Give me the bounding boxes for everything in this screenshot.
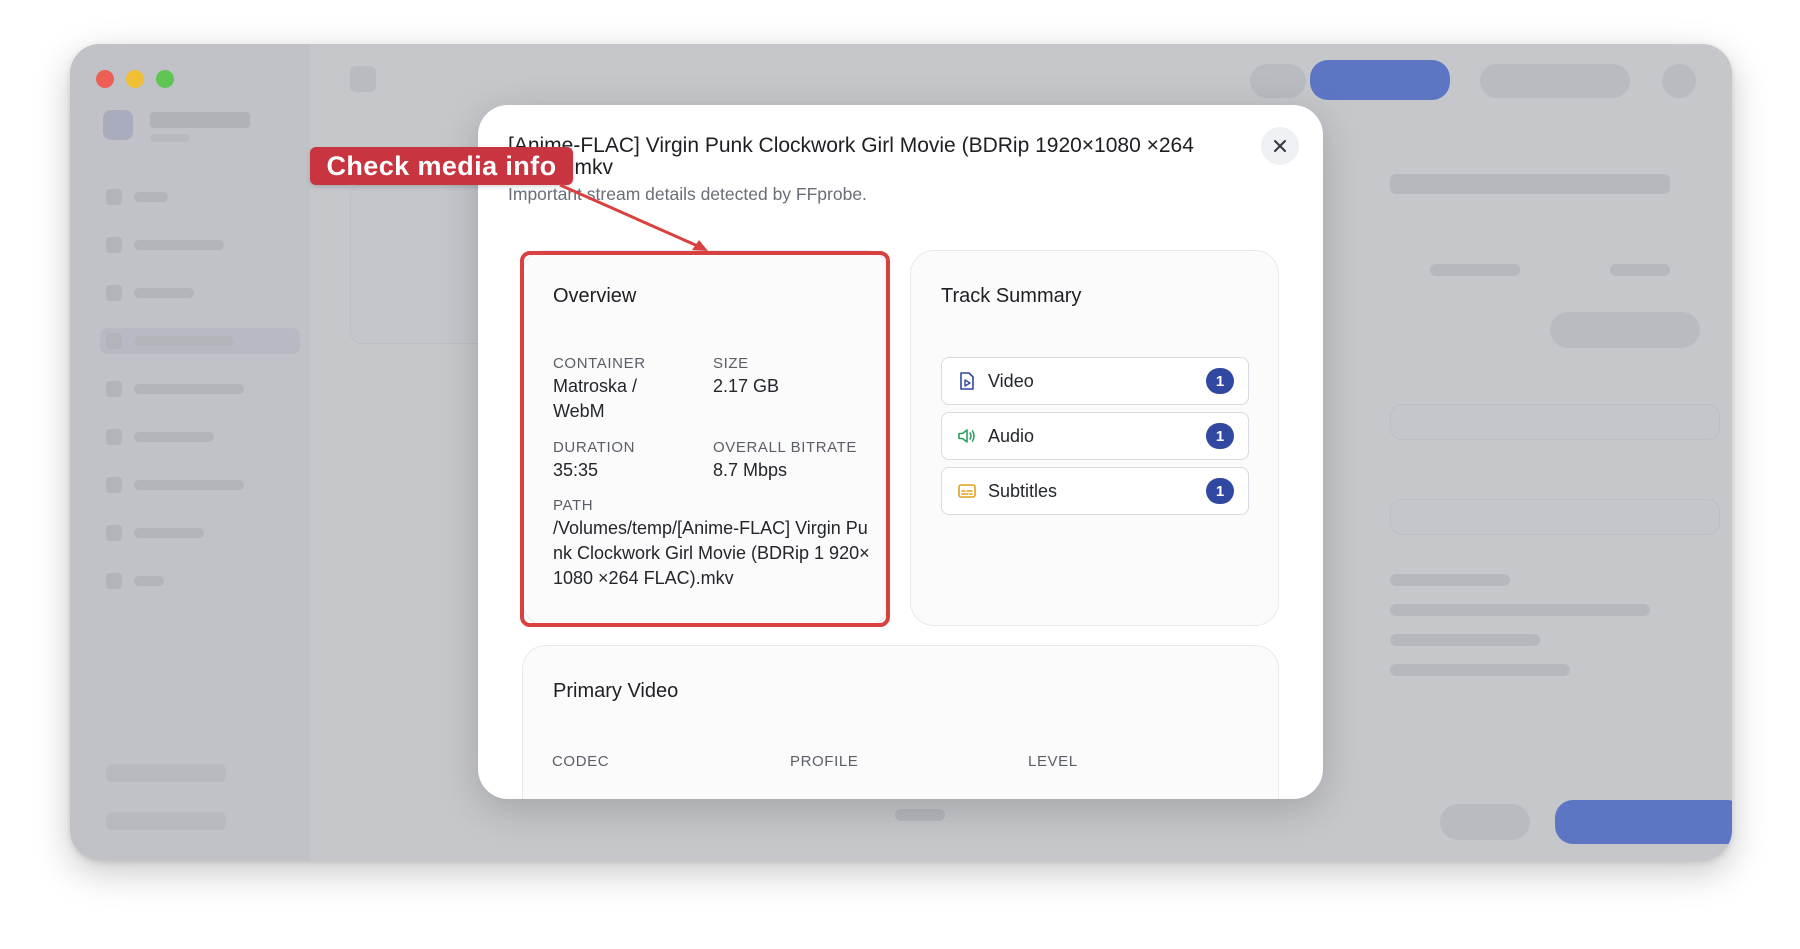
path-label: PATH bbox=[553, 497, 594, 514]
info-line bbox=[1390, 604, 1650, 616]
sidebar-item[interactable] bbox=[100, 376, 300, 402]
detail-title-placeholder bbox=[1390, 174, 1670, 194]
sidebar-item[interactable] bbox=[100, 472, 300, 498]
toolbar-button[interactable] bbox=[1250, 64, 1306, 98]
toolbar-icon[interactable] bbox=[1662, 64, 1696, 98]
sidebar-item[interactable] bbox=[100, 568, 300, 594]
size-label: SIZE bbox=[713, 355, 749, 372]
overview-title: Overview bbox=[553, 285, 637, 307]
info-line bbox=[1390, 574, 1510, 586]
sidebar bbox=[70, 44, 310, 860]
primary-video-title: Primary Video bbox=[553, 680, 679, 702]
duration-field: DURATION 35:35 bbox=[553, 439, 703, 483]
footer-button[interactable] bbox=[1440, 804, 1530, 840]
duration-label: DURATION bbox=[553, 439, 636, 456]
toolbar-primary-button[interactable] bbox=[1310, 60, 1450, 100]
info-line bbox=[1390, 634, 1540, 646]
app-logo-icon bbox=[103, 110, 133, 140]
toolbar-button[interactable] bbox=[1480, 64, 1630, 98]
detail-button[interactable] bbox=[1550, 312, 1700, 348]
sidebar-item[interactable] bbox=[100, 280, 300, 306]
bitrate-label: OVERALL BITRATE bbox=[713, 439, 858, 456]
close-icon bbox=[1274, 140, 1286, 152]
tab-placeholder[interactable] bbox=[1610, 264, 1670, 276]
sidebar-nav bbox=[100, 184, 300, 616]
close-button[interactable] bbox=[1261, 127, 1299, 165]
primary-video-card: Primary Video bbox=[522, 645, 1279, 799]
track-label-audio: Audio bbox=[988, 425, 1035, 446]
window-controls bbox=[96, 70, 174, 88]
container-label: CONTAINER bbox=[553, 355, 646, 372]
track-count-audio: 1 bbox=[1206, 423, 1234, 449]
sidebar-item[interactable] bbox=[100, 232, 300, 258]
container-field: CONTAINER Matroska / WebM bbox=[553, 355, 693, 424]
track-summary-title: Track Summary bbox=[941, 285, 1082, 307]
close-window-button[interactable] bbox=[96, 70, 114, 88]
speaker-icon bbox=[958, 427, 976, 445]
sidebar-item[interactable] bbox=[100, 520, 300, 546]
track-label-subtitles: Subtitles bbox=[988, 480, 1058, 501]
tab-placeholder[interactable] bbox=[1430, 264, 1520, 276]
modal-title: [Anime-FLAC] Virgin Punk Clockwork Girl … bbox=[508, 134, 1194, 179]
size-value: 2.17 GB bbox=[713, 376, 780, 396]
size-field: SIZE 2.17 GB bbox=[713, 355, 873, 399]
select-placeholder[interactable] bbox=[1390, 404, 1720, 440]
level-label: LEVEL bbox=[1028, 753, 1078, 770]
bitrate-value: 8.7 Mbps bbox=[713, 460, 788, 480]
media-info-modal: [Anime-FLAC] Virgin Punk Clockwork Girl … bbox=[478, 105, 1323, 799]
footer-primary-button[interactable] bbox=[1555, 800, 1732, 844]
sidebar-item[interactable] bbox=[100, 184, 300, 210]
sidebar-item-active[interactable] bbox=[100, 328, 300, 354]
footer-text-placeholder bbox=[895, 809, 945, 821]
app-name-placeholder bbox=[150, 112, 250, 128]
track-count-video: 1 bbox=[1206, 368, 1234, 394]
sidebar-footer-item[interactable] bbox=[106, 812, 226, 830]
track-label-video: Video bbox=[988, 370, 1034, 391]
duration-value: 35:35 bbox=[553, 460, 599, 480]
subtitles-icon bbox=[958, 482, 976, 500]
path-value: /Volumes/temp/[Anime-FLAC] Virgin Punk C… bbox=[553, 518, 870, 588]
annotation-callout: Check media info bbox=[310, 147, 573, 185]
bitrate-field: OVERALL BITRATE 8.7 Mbps bbox=[713, 439, 883, 483]
app-version-placeholder bbox=[150, 134, 190, 142]
path-field: PATH /Volumes/temp/[Anime-FLAC] Virgin P… bbox=[553, 497, 871, 591]
profile-label: PROFILE bbox=[790, 753, 859, 770]
info-line bbox=[1390, 664, 1570, 676]
overview-card: Overview CONTAINER Matroska / WebM SIZE … bbox=[522, 250, 890, 626]
track-row-subtitles[interactable]: Subtitles 1 bbox=[941, 467, 1249, 515]
track-row-video[interactable]: Video 1 bbox=[941, 357, 1249, 405]
track-summary-card: Track Summary Video 1 Audio 1 Subtitles … bbox=[910, 250, 1279, 626]
modal-subtitle: Important stream details detected by FFp… bbox=[508, 184, 867, 204]
track-row-audio[interactable]: Audio 1 bbox=[941, 412, 1249, 460]
container-value: Matroska / WebM bbox=[553, 376, 638, 421]
sidebar-item[interactable] bbox=[100, 424, 300, 450]
sidebar-toggle-icon[interactable] bbox=[350, 66, 376, 92]
track-count-subtitles: 1 bbox=[1206, 478, 1234, 504]
minimize-window-button[interactable] bbox=[126, 70, 144, 88]
codec-label: CODEC bbox=[552, 753, 610, 770]
zoom-window-button[interactable] bbox=[156, 70, 174, 88]
video-file-icon bbox=[958, 372, 976, 390]
select-placeholder[interactable] bbox=[1390, 499, 1720, 535]
sidebar-footer-item[interactable] bbox=[106, 764, 226, 782]
